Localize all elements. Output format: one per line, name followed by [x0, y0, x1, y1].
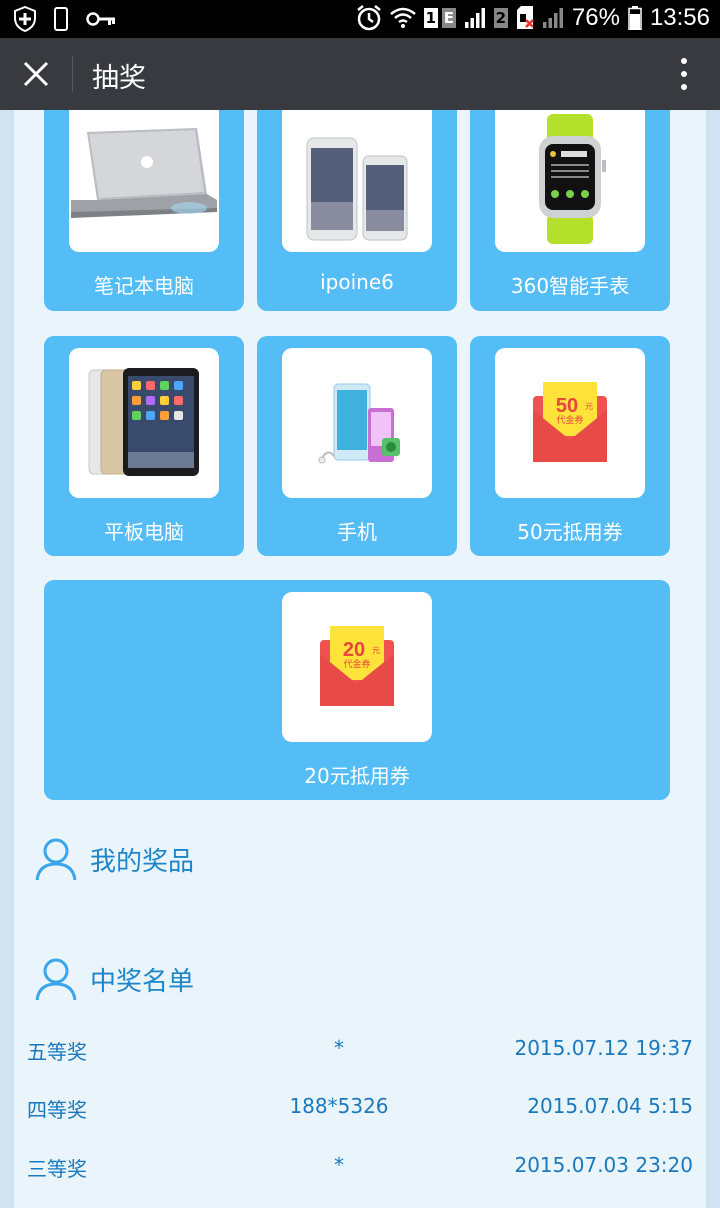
prize-card-voucher-50[interactable]: 50 元 代金券 50元抵用券	[470, 336, 670, 556]
winner-user: *	[334, 1153, 344, 1177]
winner-row: 五等奖 * 2015.07.12 19:37	[14, 1028, 706, 1068]
winner-time: 2015.07.04 5:15	[527, 1094, 693, 1118]
winner-user: *	[334, 1036, 344, 1060]
more-menu-button[interactable]	[672, 54, 696, 94]
prize-image-box	[282, 110, 432, 252]
signal-icon	[542, 7, 564, 29]
battery-percent: 76%	[571, 4, 620, 31]
prize-label: 20元抵用券	[304, 764, 410, 788]
more-vertical-icon-dot	[681, 58, 687, 64]
my-prizes-section-header[interactable]: 我的奖品	[34, 836, 194, 882]
winner-prize: 五等奖	[27, 1040, 87, 1064]
red-envelope-icon: 20 元 代金券	[320, 626, 394, 706]
voucher-text: 代金券	[343, 658, 370, 670]
sim-card-icon	[516, 6, 534, 30]
alarm-icon	[356, 4, 382, 32]
prize-card-iphone6[interactable]: ipoine6	[257, 110, 457, 311]
winner-time: 2015.07.12 19:37	[514, 1036, 693, 1060]
close-button[interactable]	[14, 52, 58, 96]
winner-user: 188*5326	[289, 1094, 389, 1118]
status-bar: 1 E 2 76% 13:56	[0, 0, 720, 38]
prize-card-laptop[interactable]: 笔记本电脑	[44, 110, 244, 311]
my-prizes-title: 我的奖品	[90, 846, 195, 877]
voucher-unit: 元	[585, 402, 593, 411]
music-players-icon	[318, 383, 400, 464]
winner-time: 2015.07.03 23:20	[514, 1153, 693, 1177]
prize-image-box	[282, 348, 432, 498]
prize-label: 笔记本电脑	[94, 274, 194, 298]
winner-prize: 四等奖	[27, 1098, 87, 1122]
prize-label: 手机	[337, 520, 377, 544]
page-content: 笔记本电脑 ipoine6 360智能手表 平板电脑 手机 50 元 代金券 5…	[14, 110, 706, 1208]
prize-image-box: 50 元 代金券	[495, 348, 645, 498]
key-icon	[86, 10, 116, 28]
sim2-badge: 2	[493, 8, 508, 28]
wifi-icon	[390, 7, 416, 29]
close-icon	[23, 61, 49, 87]
phones-icon	[306, 137, 408, 241]
winners-title: 中奖名单	[90, 966, 195, 997]
clock-time: 13:56	[649, 4, 710, 31]
user-icon	[35, 958, 77, 1001]
red-envelope-icon: 50 元 代金券	[533, 382, 607, 462]
laptop-icon	[71, 128, 217, 218]
user-icon	[35, 838, 77, 881]
more-vertical-icon-dot	[681, 84, 687, 90]
winners-section-header: 中奖名单	[34, 956, 194, 1002]
more-vertical-icon-dot	[681, 71, 687, 77]
tablets-icon	[88, 368, 199, 476]
winner-prize: 三等奖	[27, 1157, 87, 1181]
prize-card-smartwatch[interactable]: 360智能手表	[470, 110, 670, 311]
prize-card-phone[interactable]: 手机	[257, 336, 457, 556]
prize-card-voucher-20[interactable]: 20 元 代金券 20元抵用券	[44, 580, 670, 800]
voucher-text: 代金券	[556, 414, 583, 426]
prize-label: 平板电脑	[104, 520, 184, 544]
prize-label: 50元抵用券	[517, 520, 623, 544]
title-divider	[72, 56, 73, 92]
voucher-value: 20	[343, 639, 365, 661]
prize-label: ipoine6	[320, 270, 394, 294]
winner-row: 四等奖 188*5326 2015.07.04 5:15	[14, 1086, 706, 1126]
prize-label: 360智能手表	[510, 274, 630, 298]
network-type-badge: E	[441, 8, 456, 28]
phone-outline-icon	[54, 7, 68, 31]
signal-icon	[464, 7, 486, 29]
voucher-unit: 元	[372, 646, 380, 655]
page-title: 抽奖	[92, 63, 146, 94]
prize-image-box: 20 元 代金券	[282, 592, 432, 742]
smartwatch-icon	[539, 114, 606, 244]
shield-plus-icon	[14, 6, 36, 32]
prize-image-box	[495, 110, 645, 252]
winner-row: 三等奖 * 2015.07.03 23:20	[14, 1145, 706, 1185]
prize-card-tablet[interactable]: 平板电脑	[44, 336, 244, 556]
prize-image-box	[69, 348, 219, 498]
title-bar: 抽奖	[0, 38, 720, 110]
sim1-badge: 1	[423, 8, 438, 28]
prize-image-box	[69, 110, 219, 252]
voucher-value: 50	[556, 395, 578, 417]
battery-icon	[628, 6, 642, 30]
